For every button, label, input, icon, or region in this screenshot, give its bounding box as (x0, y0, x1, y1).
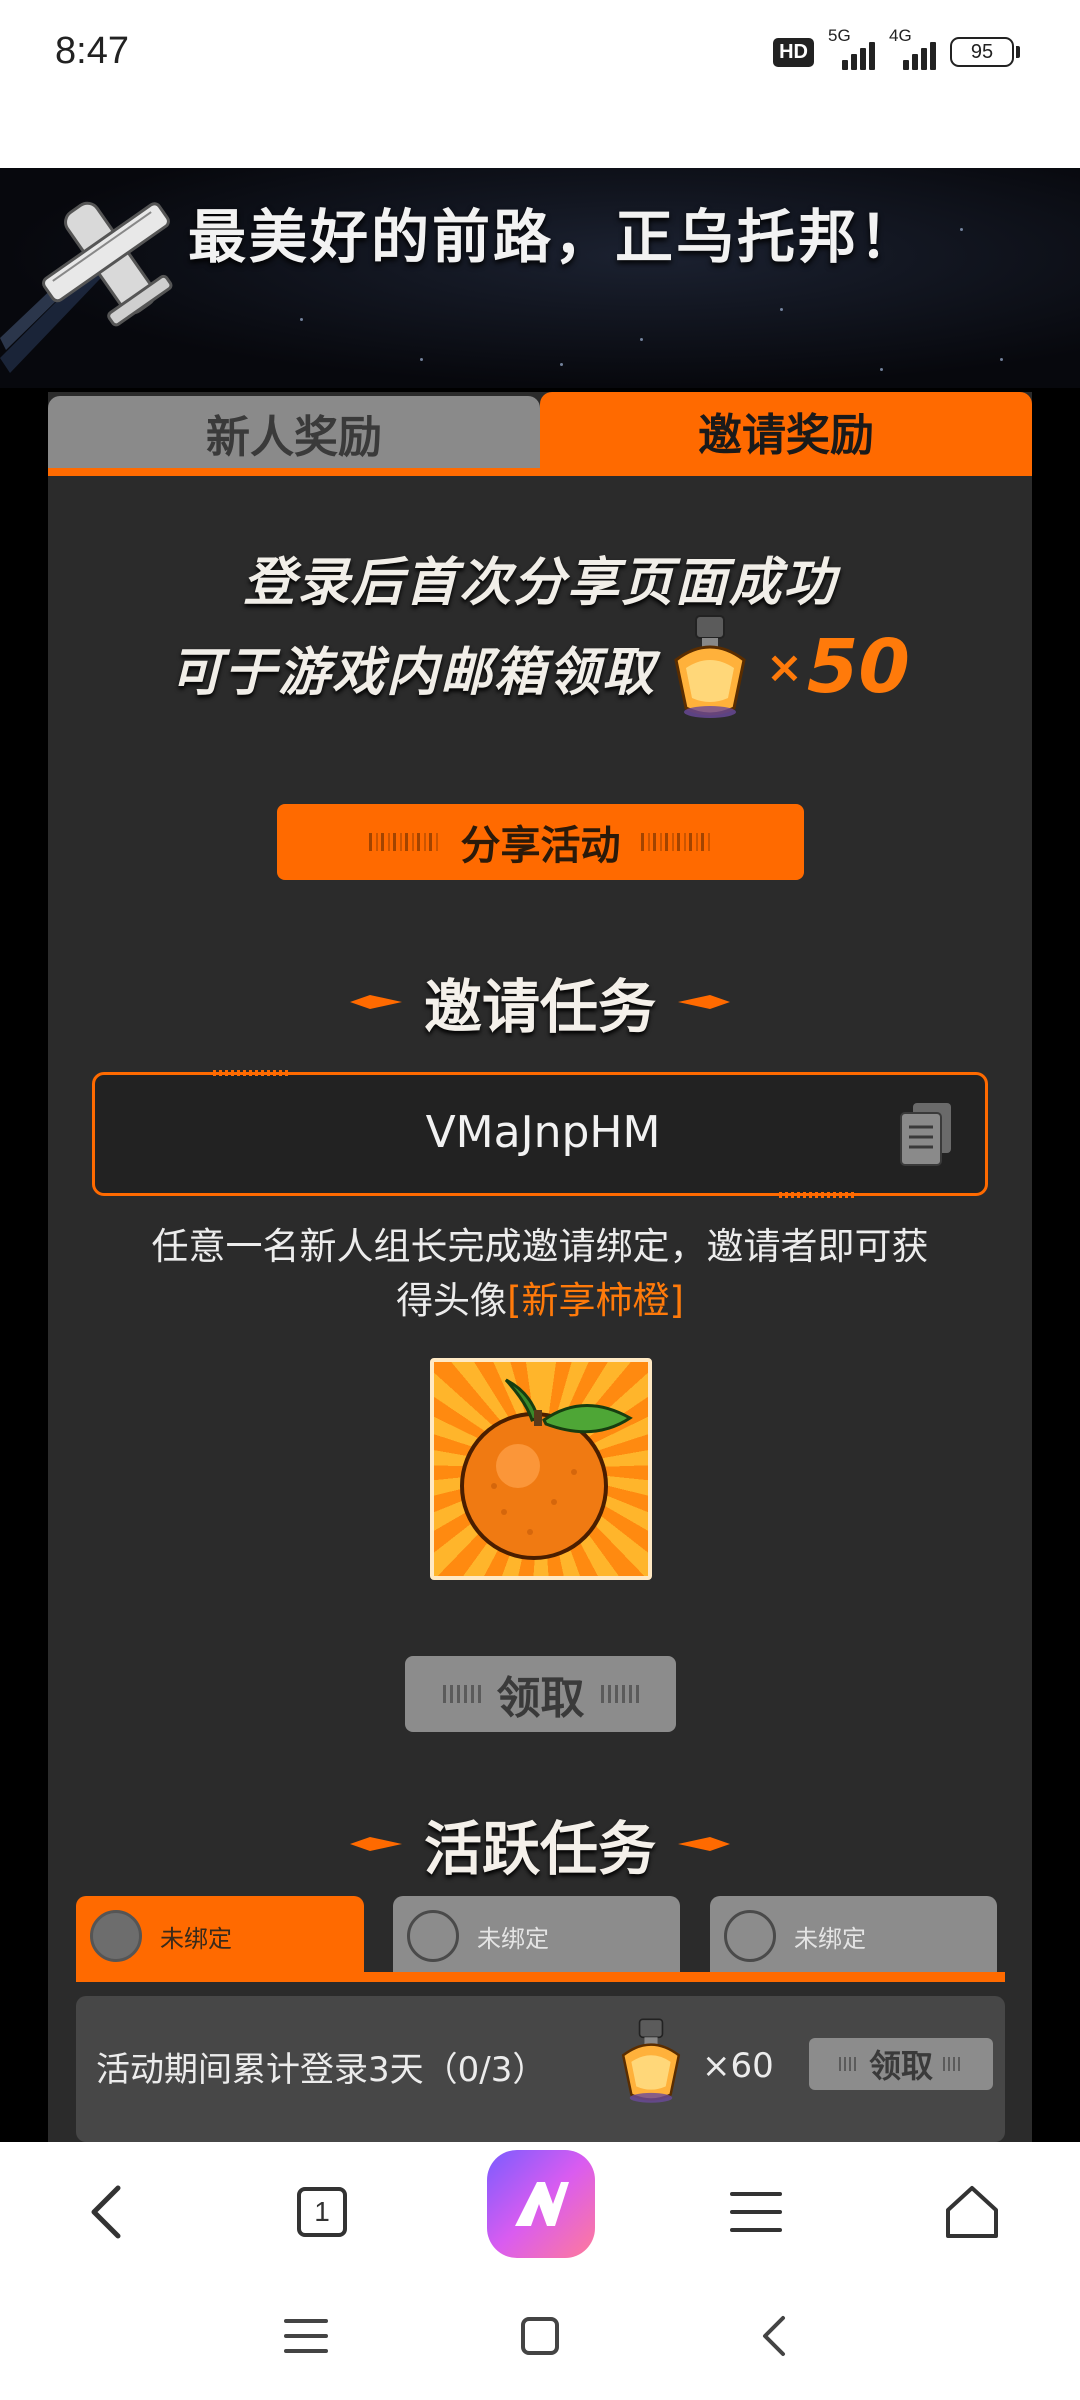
share-headline-text: 可于游戏内邮箱领取 (170, 642, 657, 703)
tabs-button[interactable]: 1 (282, 2172, 362, 2252)
bind-slot-label: 未绑定 (477, 1924, 549, 1953)
battery-icon: 95 (950, 37, 1020, 67)
invite-code-box: VMaJnpHM (92, 1070, 991, 1198)
orange-avatar-icon (430, 1358, 652, 1580)
share-headline-line2: 可于游戏内邮箱领取 × 50 (170, 612, 910, 722)
copy-icon[interactable] (897, 1101, 955, 1167)
home-icon (946, 2186, 998, 2238)
banner: 最美好的前路，正乌托邦！ (0, 168, 1080, 388)
back-chevron-icon (763, 2316, 785, 2356)
tab-count: 1 (314, 2196, 330, 2227)
banner-title: 最美好的前路，正乌托邦！ (188, 203, 921, 271)
tab-new-user-reward[interactable]: 新人奖励 (48, 396, 540, 470)
invite-description: 任意一名新人组长完成邀请绑定，邀请者即可获得头像[新享柿橙] (150, 1220, 930, 1328)
bind-slot-avatar (724, 1910, 776, 1962)
square-home-icon (521, 2317, 559, 2355)
task-reward: ×60 (702, 2046, 774, 2086)
tabs-icon: 1 (297, 2187, 347, 2237)
task-claim-label: 领取 (868, 2047, 933, 2085)
recents-menu-icon (284, 2319, 328, 2353)
active-task-title: 活跃任务 (48, 1802, 1032, 1886)
system-nav-bar (0, 2272, 1080, 2400)
menu-icon (730, 2192, 782, 2232)
claim-avatar-label: 领取 (496, 1673, 585, 1724)
plane-icon (0, 201, 173, 373)
back-button[interactable] (66, 2172, 146, 2252)
invite-code[interactable]: VMaJnpHM (95, 1107, 991, 1158)
avatar-name-highlight: [新享柿橙] (507, 1279, 684, 1322)
bind-slot-1[interactable]: 未绑定 (76, 1896, 364, 1976)
signal-4g-icon: 4G (889, 26, 936, 70)
recents-button[interactable] (276, 2306, 336, 2366)
title-arrow-left-icon (349, 1837, 402, 1851)
tab-underline (48, 468, 1032, 476)
bind-slot-2[interactable]: 未绑定 (393, 1896, 680, 1976)
bind-slot-label: 未绑定 (160, 1924, 232, 1953)
bind-slot-label: 未绑定 (794, 1924, 866, 1953)
task-claim-button[interactable]: 领取 (809, 2038, 993, 2090)
hd-badge: HD (773, 37, 814, 67)
task-row: 活动期间累计登录3天（0/3） ×60 领取 (76, 1996, 1005, 2142)
status-bar: 8:47 HD 5G 4G 95 (0, 0, 1080, 110)
share-activity-button[interactable]: 分享活动 (277, 804, 804, 880)
title-arrow-left-icon (349, 995, 402, 1009)
share-headline-line1: 登录后首次分享页面成功 (242, 553, 837, 613)
bind-slot-avatar (407, 1910, 459, 1962)
reward-count: 50 (806, 624, 910, 710)
back-nav-button[interactable] (744, 2306, 804, 2366)
status-indicators: HD 5G 4G 95 (773, 26, 1020, 70)
invite-task-title: 邀请任务 (48, 960, 1032, 1044)
app-logo-icon[interactable] (487, 2150, 595, 2258)
bind-slot-avatar (90, 1910, 142, 1962)
claim-avatar-button[interactable]: 领取 (405, 1656, 676, 1732)
home-button[interactable] (932, 2172, 1012, 2252)
title-arrow-right-icon (678, 995, 730, 1009)
reward-tabs: 新人奖励 邀请奖励 (48, 392, 1032, 474)
perfume-bottle-icon (621, 2018, 681, 2103)
home-nav-button[interactable] (510, 2306, 570, 2366)
menu-button[interactable] (716, 2172, 796, 2252)
browser-toolbar: 1 (0, 2142, 1080, 2272)
share-activity-label: 分享活动 (460, 823, 621, 869)
bind-slot-3[interactable]: 未绑定 (710, 1896, 997, 1976)
button-deco-right (640, 833, 713, 851)
button-deco-left (368, 833, 441, 851)
reward-multiplier-symbol: × (766, 641, 803, 693)
signal-5g-icon: 5G (828, 26, 875, 70)
status-time: 8:47 (55, 30, 129, 72)
task-text: 活动期间累计登录3天（0/3） (96, 2050, 547, 2090)
title-arrow-right-icon (678, 1837, 730, 1851)
perfume-bottle-icon (674, 615, 746, 718)
bind-slot-underline (76, 1972, 1005, 1982)
tab-invite-reward[interactable]: 邀请奖励 (540, 392, 1032, 470)
back-arrow-icon (91, 2185, 121, 2239)
